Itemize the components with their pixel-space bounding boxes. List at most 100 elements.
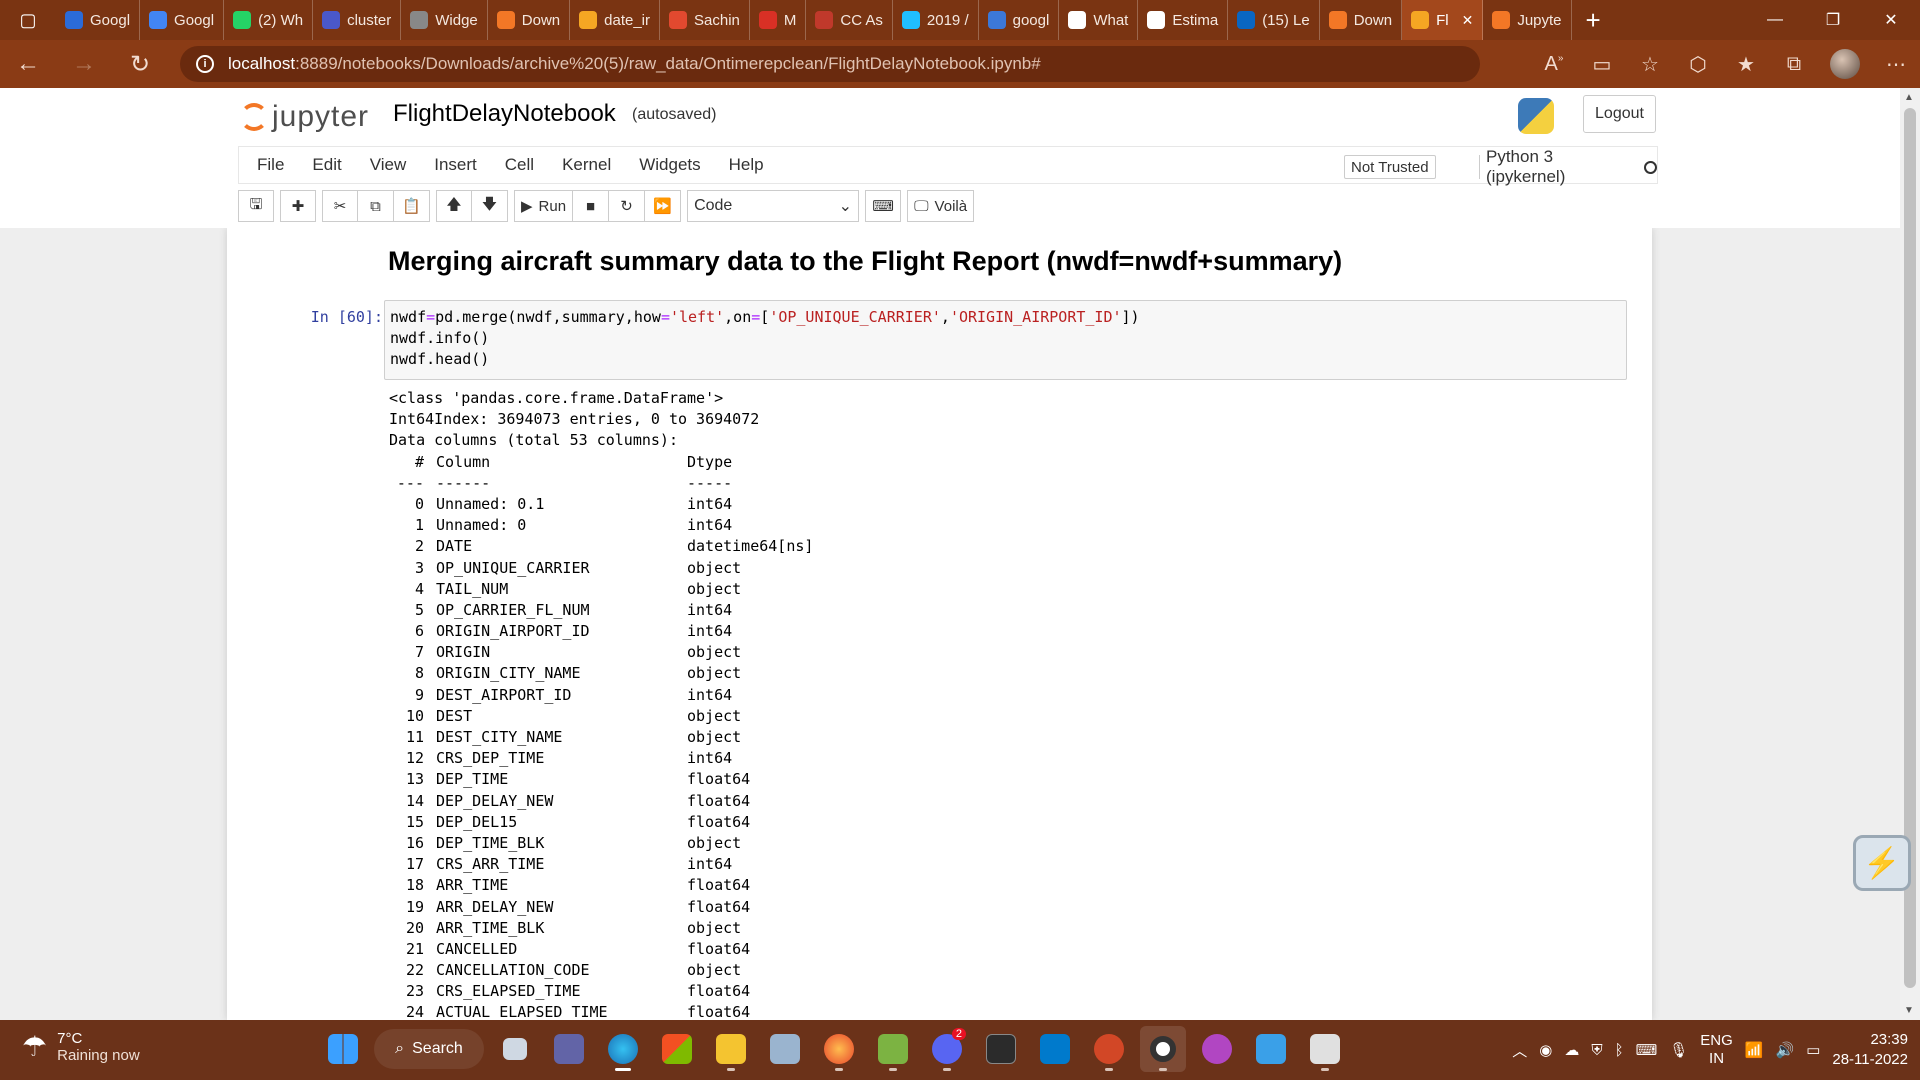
read-aloud-icon[interactable]: A» bbox=[1530, 53, 1578, 76]
start-button[interactable] bbox=[320, 1026, 366, 1072]
browser-tab[interactable]: Jupyte bbox=[1483, 0, 1572, 40]
site-info-icon[interactable]: i bbox=[196, 55, 214, 73]
browser-tab[interactable]: CC As bbox=[806, 0, 893, 40]
add-favorite-icon[interactable]: ☆ bbox=[1626, 52, 1674, 77]
browser-tab[interactable]: Down bbox=[1320, 0, 1403, 40]
back-icon[interactable]: ← bbox=[0, 40, 56, 88]
menu-help[interactable]: Help bbox=[715, 155, 778, 175]
task-view-icon[interactable] bbox=[492, 1026, 538, 1072]
logout-button[interactable]: Logout bbox=[1583, 95, 1656, 133]
url-field[interactable]: i localhost:8889/notebooks/Downloads/arc… bbox=[180, 46, 1480, 82]
browser-tab[interactable]: date_ir bbox=[570, 0, 661, 40]
browser-tab[interactable]: cluster bbox=[313, 0, 402, 40]
menu-file[interactable]: File bbox=[239, 155, 298, 175]
browser-tab[interactable]: Googl bbox=[56, 0, 141, 40]
notepad-icon[interactable] bbox=[870, 1026, 916, 1072]
browser-tab[interactable]: (2) Wh bbox=[224, 0, 314, 40]
menu-cell[interactable]: Cell bbox=[491, 155, 548, 175]
insert-cell-icon[interactable]: ✚ bbox=[280, 190, 316, 222]
restart-icon[interactable]: ↻ bbox=[609, 190, 646, 222]
language-indicator[interactable]: ENG IN bbox=[1700, 1032, 1733, 1068]
immersive-reader-icon[interactable]: ▭ bbox=[1578, 52, 1626, 77]
paint-icon[interactable] bbox=[1248, 1026, 1294, 1072]
browser-tab[interactable]: Sachin bbox=[660, 0, 750, 40]
run-button[interactable]: ▶ Run bbox=[514, 190, 574, 222]
volume-icon[interactable]: 🔊 bbox=[1776, 1041, 1795, 1059]
onedrive-icon[interactable]: ☁ bbox=[1564, 1041, 1579, 1059]
forward-icon[interactable]: → bbox=[56, 40, 112, 88]
move-down-icon[interactable]: 🡇 bbox=[472, 190, 508, 222]
browser-tab[interactable]: Estima bbox=[1138, 0, 1229, 40]
firefox-icon[interactable] bbox=[816, 1026, 862, 1072]
powerpoint-icon[interactable] bbox=[1086, 1026, 1132, 1072]
code-cell-input[interactable]: nwdf=pd.merge(nwdf,summary,how='left',on… bbox=[384, 300, 1627, 380]
copy-icon[interactable]: ⧉ bbox=[358, 190, 394, 222]
collections-icon[interactable]: ⧉ bbox=[1770, 53, 1818, 76]
snipping-tool-icon[interactable] bbox=[1302, 1026, 1348, 1072]
store-icon[interactable] bbox=[654, 1026, 700, 1072]
chrome-tray-icon[interactable]: ◉ bbox=[1539, 1041, 1552, 1059]
favorites-icon[interactable]: ★ bbox=[1722, 52, 1770, 77]
kernel-indicator[interactable]: Python 3 (ipykernel) bbox=[1479, 147, 1657, 186]
close-window-icon[interactable]: ✕ bbox=[1862, 0, 1920, 40]
mask-app-icon[interactable] bbox=[1194, 1026, 1240, 1072]
bluetooth-icon[interactable]: ᛒ bbox=[1615, 1042, 1624, 1059]
menu-insert[interactable]: Insert bbox=[420, 155, 491, 175]
more-options-icon[interactable]: ⋯ bbox=[1872, 52, 1920, 77]
notebook-title[interactable]: FlightDelayNotebook bbox=[393, 100, 616, 128]
menu-kernel[interactable]: Kernel bbox=[548, 155, 625, 175]
battery-icon[interactable]: ▭ bbox=[1806, 1041, 1820, 1059]
scroll-down-icon[interactable]: ▼ bbox=[1904, 1005, 1914, 1016]
terminal-icon[interactable] bbox=[978, 1026, 1024, 1072]
edge-icon[interactable] bbox=[600, 1026, 646, 1072]
move-up-icon[interactable]: 🡅 bbox=[436, 190, 472, 222]
microphone-icon[interactable]: 🎙 bbox=[1669, 1041, 1688, 1059]
jupyter-logo[interactable]: jupyter bbox=[240, 100, 369, 134]
browser-tab[interactable]: Widge bbox=[401, 0, 488, 40]
defender-icon[interactable]: ⛨ bbox=[1591, 1042, 1602, 1059]
markdown-heading[interactable]: Merging aircraft summary data to the Fli… bbox=[388, 246, 1342, 277]
floating-assistant-icon[interactable]: ⚡ bbox=[1853, 835, 1911, 891]
browser-tab[interactable]: (15) Le bbox=[1228, 0, 1320, 40]
chevron-up-icon[interactable]: ︿ bbox=[1512, 1040, 1527, 1061]
menu-edit[interactable]: Edit bbox=[298, 155, 355, 175]
voila-button[interactable]: 🖵 Voilà bbox=[907, 190, 975, 222]
minimize-icon[interactable]: — bbox=[1746, 0, 1804, 40]
keyboard-tray-icon[interactable]: ⌨ bbox=[1636, 1041, 1658, 1059]
refresh-icon[interactable]: ↻ bbox=[112, 40, 168, 88]
file-explorer-icon[interactable] bbox=[708, 1026, 754, 1072]
profile-avatar[interactable] bbox=[1830, 49, 1860, 79]
close-tab-icon[interactable]: ✕ bbox=[1462, 12, 1474, 29]
teams-chat-icon[interactable] bbox=[546, 1026, 592, 1072]
cell-type-select[interactable]: Code ⌄ bbox=[687, 190, 860, 222]
discord-icon[interactable]: 2 bbox=[924, 1026, 970, 1072]
browser-tab[interactable]: Down bbox=[488, 0, 571, 40]
paste-icon[interactable]: 📋 bbox=[394, 190, 430, 222]
taskbar-search[interactable]: ⌕ Search bbox=[374, 1029, 484, 1069]
menu-view[interactable]: View bbox=[356, 155, 421, 175]
scroll-up-icon[interactable]: ▲ bbox=[1904, 92, 1914, 103]
trust-status-button[interactable]: Not Trusted bbox=[1344, 155, 1436, 179]
menu-widgets[interactable]: Widgets bbox=[625, 155, 714, 175]
tab-actions-icon[interactable]: ▢ bbox=[0, 0, 56, 40]
extensions-icon[interactable]: ⬡ bbox=[1674, 52, 1722, 77]
browser-tab[interactable]: What bbox=[1059, 0, 1139, 40]
browser-tab[interactable]: M bbox=[750, 0, 807, 40]
chart-app-icon[interactable] bbox=[762, 1026, 808, 1072]
browser-tab[interactable]: Fl ✕ bbox=[1402, 0, 1484, 40]
new-tab-button[interactable]: + bbox=[1572, 5, 1615, 36]
save-icon[interactable]: 🖫 bbox=[238, 190, 274, 222]
weather-widget[interactable]: ☂ 7°C Raining now bbox=[22, 1030, 140, 1064]
obs-icon[interactable] bbox=[1140, 1026, 1186, 1072]
browser-tab[interactable]: 2019 / bbox=[893, 0, 979, 40]
wifi-icon[interactable]: 📶 bbox=[1745, 1041, 1764, 1059]
vscode-icon[interactable] bbox=[1032, 1026, 1078, 1072]
clock[interactable]: 23:39 28-11-2022 bbox=[1832, 1030, 1908, 1070]
browser-tab[interactable]: Googl bbox=[140, 0, 225, 40]
browser-tab[interactable]: googl bbox=[979, 0, 1060, 40]
stop-icon[interactable]: ■ bbox=[573, 190, 610, 222]
restore-icon[interactable]: ❐ bbox=[1804, 0, 1862, 40]
fast-forward-icon[interactable]: ⏩ bbox=[645, 190, 682, 222]
keyboard-icon[interactable]: ⌨ bbox=[865, 190, 902, 222]
cut-icon[interactable]: ✂ bbox=[322, 190, 358, 222]
